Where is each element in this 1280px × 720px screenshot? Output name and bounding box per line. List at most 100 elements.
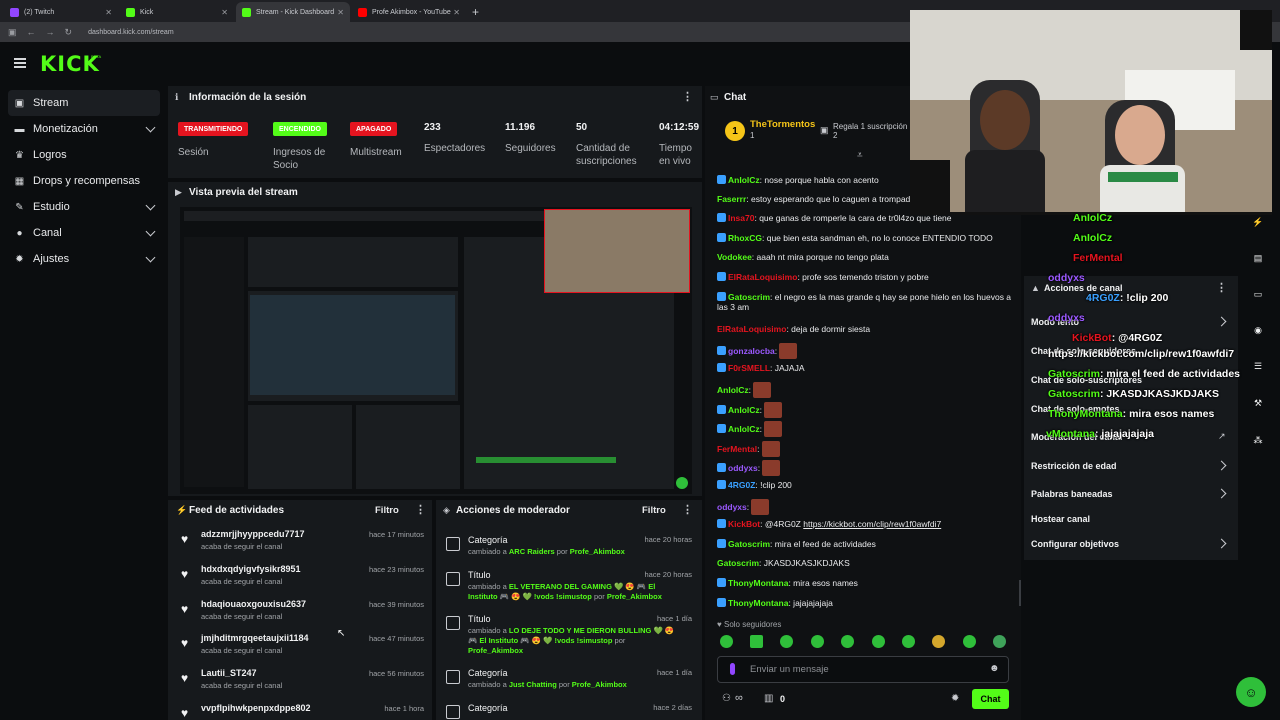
chat-username[interactable]: oddyxs (717, 502, 747, 512)
mod-filter-button[interactable]: Filtro (642, 505, 666, 516)
chat-icon[interactable]: ▭ (1250, 286, 1266, 302)
live-time-label: Tiempo en vivo (659, 143, 692, 167)
banned-words-option[interactable]: Palabras baneadas (1031, 489, 1113, 499)
set-goals-option[interactable]: Configurar objetivos (1031, 539, 1119, 549)
chat-input[interactable]: Enviar un mensaje ☻ (717, 656, 1009, 683)
feed-username[interactable]: hdaqiouaoxgouxisu2637 (201, 599, 306, 609)
pinned-user[interactable]: TheTormentos (750, 119, 815, 130)
more-options-icon[interactable]: ⋮ (415, 503, 426, 516)
emote-icon[interactable] (841, 635, 854, 648)
chat-username[interactable]: AnIolCz (728, 175, 760, 185)
feed-filter-button[interactable]: Filtro (375, 505, 399, 516)
chat-username[interactable]: ElRataLoquisimo (717, 324, 786, 334)
host-channel-option[interactable]: Hostear canal (1031, 514, 1090, 524)
chat-username[interactable]: ThonyMontana (728, 578, 788, 588)
sidebar-item-logros[interactable]: ♛ Logros (8, 142, 160, 168)
emote-icon[interactable] (993, 635, 1006, 648)
collapse-icon[interactable]: ⩡ (857, 150, 863, 161)
emote-icon (764, 421, 783, 437)
emote-icon[interactable] (932, 635, 945, 648)
chat-username[interactable]: Gatoscrim (728, 292, 770, 302)
feed-username[interactable]: vvpflpihwkpenpxdppe802 (201, 703, 311, 713)
wrench-icon[interactable]: ⚒ (1250, 395, 1266, 411)
reload-icon[interactable]: ↻ (65, 27, 73, 38)
emoji-icon[interactable]: ☻ (989, 663, 1000, 674)
badge-icon (717, 233, 726, 242)
sidebar-item-canal[interactable]: ● Canal (8, 220, 160, 246)
emote-icon[interactable] (872, 635, 885, 648)
mouse-cursor: ↖ (337, 628, 346, 639)
chat-username[interactable]: Insa70 (728, 213, 754, 223)
browser-tab-twitch[interactable]: (2) Twitch ✕ (4, 2, 118, 22)
back-icon[interactable]: ← (27, 27, 36, 37)
browser-tab-dashboard[interactable]: Stream - Kick Dashboard ✕ (236, 2, 350, 22)
chat-username[interactable]: FerMental (717, 444, 757, 454)
close-icon[interactable]: ✕ (221, 8, 228, 17)
chat-username[interactable]: F0rSMELL (728, 363, 770, 373)
external-link-icon[interactable]: ↗ (1218, 431, 1226, 442)
sidebar-item-stream[interactable]: ▣ Stream (8, 90, 160, 116)
badge-icon (717, 175, 726, 184)
emote-icon[interactable] (720, 635, 733, 648)
overlay-text: : @4RG0Z (1111, 332, 1163, 344)
feed-username[interactable]: hdxdxqdyigvfysikr8951 (201, 564, 301, 574)
sidebar-item-drops[interactable]: ▦ Drops y recompensas (8, 168, 160, 194)
beta-label: BETA (91, 54, 102, 59)
gear-icon[interactable]: ✹ (951, 693, 959, 704)
more-options-icon[interactable]: ⋮ (1216, 281, 1227, 294)
sidebar-item-estudio[interactable]: ✎ Estudio (8, 194, 160, 220)
chat-username[interactable]: AnIolCz (728, 424, 760, 434)
stream-preview-video[interactable] (180, 207, 692, 494)
chat-username[interactable]: 4RG0Z (728, 480, 755, 490)
browser-tab-youtube[interactable]: Profe Akimbox - YouTube ✕ (352, 2, 466, 22)
more-options-icon[interactable]: ⋮ (682, 503, 693, 516)
feed-username[interactable]: Lautii_ST247 (201, 668, 257, 678)
chat-username[interactable]: Faserrr (717, 194, 746, 204)
chat-username[interactable]: Gatoscrim (728, 539, 770, 549)
close-icon[interactable]: ✕ (337, 8, 344, 17)
feed-username[interactable]: jmjhditmrgqeetaujxii1184 (201, 633, 309, 643)
browser-tab-kick[interactable]: Kick ✕ (120, 2, 234, 22)
emote-icon[interactable] (902, 635, 915, 648)
emote-icon[interactable] (780, 635, 793, 648)
help-icon[interactable]: ☺ (1236, 677, 1266, 707)
chat-username[interactable]: AnIolCz (717, 385, 749, 395)
chat-link[interactable]: https://kickbot.com/clip/rew1f0awfdi7 (803, 519, 941, 529)
menu-icon[interactable] (14, 58, 26, 68)
emote-icon[interactable] (811, 635, 824, 648)
chat-scrollbar[interactable] (1019, 580, 1021, 606)
close-icon[interactable]: ✕ (105, 8, 112, 17)
bolt-icon[interactable]: ⚡ (1250, 214, 1266, 230)
chat-username[interactable]: Vodokee (717, 252, 752, 262)
chat-username[interactable]: gonzalocba (728, 346, 775, 356)
chat-username[interactable]: KickBot (728, 519, 760, 529)
emote-icon[interactable] (750, 635, 763, 648)
send-chat-button[interactable]: Chat (972, 689, 1009, 709)
url-field[interactable]: dashboard.kick.com/stream (88, 29, 174, 36)
users-icon[interactable]: ⚇ (722, 693, 731, 704)
chat-username[interactable]: ThonyMontana (728, 598, 788, 608)
chat-username[interactable]: Gatoscrim (717, 558, 759, 568)
chat-text: : (774, 346, 778, 356)
document-icon[interactable]: ▤ (1250, 250, 1266, 266)
sidebar-item-monetizacion[interactable]: ▬ Monetización (8, 116, 160, 142)
forward-icon[interactable]: → (46, 27, 55, 37)
share-icon[interactable]: ⁂ (1250, 432, 1266, 448)
more-options-icon[interactable]: ⋮ (682, 90, 693, 103)
new-tab-button[interactable]: + (472, 2, 479, 22)
chat-username[interactable]: AnIolCz (728, 405, 760, 415)
sidebar-item-ajustes[interactable]: ✹ Ajustes (8, 246, 160, 272)
chat-username[interactable]: oddyxs (728, 463, 758, 473)
overlay-chat-line: KickBot: @4RG0Z (1072, 332, 1162, 344)
chat-username[interactable]: RhoxCG (728, 233, 762, 243)
layers-icon[interactable]: ☰ (1250, 358, 1266, 374)
chat-username[interactable]: ElRataLoquisimo (728, 272, 797, 282)
emote-icon[interactable] (963, 635, 976, 648)
sidebar-toggle-icon[interactable]: ▣ (8, 27, 17, 38)
broadcast-icon[interactable]: ◉ (1250, 322, 1266, 338)
mic-icon (730, 663, 735, 675)
close-icon[interactable]: ✕ (453, 8, 460, 17)
chat-text: : JKASDJKASJKDJAKS (759, 558, 850, 568)
age-restriction-option[interactable]: Restricción de edad (1031, 461, 1117, 471)
feed-username[interactable]: adzzmrjjhyyppcedu7717 (201, 529, 305, 539)
